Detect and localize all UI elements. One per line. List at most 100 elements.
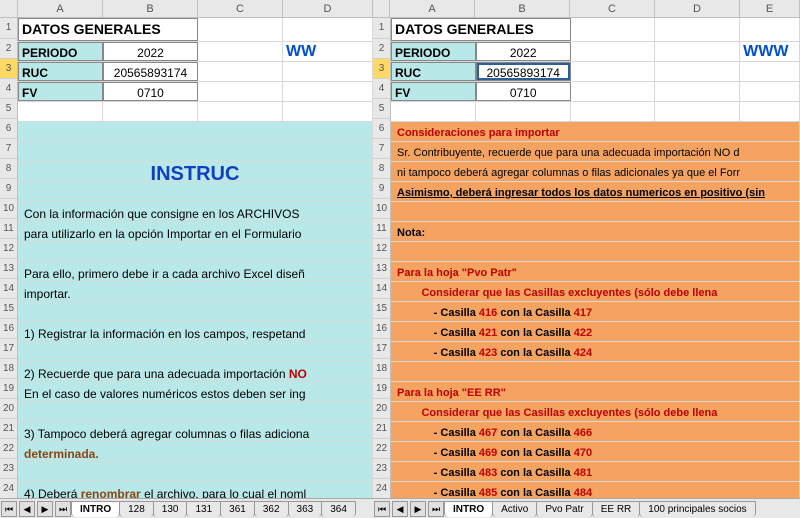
value-fv[interactable]: 0710 <box>476 82 571 101</box>
tab-nav-button[interactable]: ⏭ <box>55 501 71 517</box>
instr-line[interactable]: Con la información que consigne en los A… <box>18 202 373 221</box>
row-header-9[interactable]: 9 <box>0 179 17 199</box>
row-header-10[interactable]: 10 <box>0 199 17 219</box>
label-periodo[interactable]: PERIODO <box>391 42 476 61</box>
row-header-22[interactable]: 22 <box>0 439 17 459</box>
row-header-19[interactable]: 19 <box>0 379 17 399</box>
row-header-18[interactable]: 18 <box>373 359 390 379</box>
instr-line[interactable]: En el caso de valores numéricos estos de… <box>18 382 373 401</box>
instr-line[interactable] <box>18 342 373 361</box>
consid-line[interactable]: Asimismo, deberá ingresar todos los dato… <box>391 182 800 201</box>
label-ruc[interactable]: RUC <box>391 62 476 81</box>
instr-line[interactable]: Para ello, primero debe ir a cada archiv… <box>18 262 373 281</box>
row-header-14[interactable]: 14 <box>0 279 17 299</box>
row-header-15[interactable]: 15 <box>373 299 390 319</box>
label-fv[interactable]: FV <box>391 82 476 101</box>
col-header-A[interactable]: A <box>18 0 103 17</box>
row-header-4[interactable]: 4 <box>0 79 17 99</box>
row-header-12[interactable]: 12 <box>373 239 390 259</box>
consid-line[interactable] <box>391 202 800 221</box>
consid-line[interactable]: - Casilla 469 con la Casilla 470 <box>391 442 800 461</box>
row-header-2[interactable]: 2 <box>373 39 390 59</box>
instr-line[interactable]: 1) Registrar la información en los campo… <box>18 322 373 341</box>
consid-line[interactable]: Nota: <box>391 222 800 241</box>
sheet-tab-intro[interactable]: INTRO <box>71 501 120 517</box>
tab-nav-button[interactable]: ◀ <box>19 501 35 517</box>
row-header-7[interactable]: 7 <box>0 139 17 159</box>
col-header-D[interactable]: D <box>655 0 740 17</box>
row-header-16[interactable]: 16 <box>0 319 17 339</box>
select-all-corner[interactable] <box>373 0 390 17</box>
row-header-5[interactable]: 5 <box>0 99 17 119</box>
cells-right[interactable]: DATOS GENERALESPERIODO2022 WWW RUC20565893… <box>391 18 800 498</box>
row-header-10[interactable]: 10 <box>373 199 390 219</box>
instr-line[interactable]: importar. <box>18 282 373 301</box>
row-header-21[interactable]: 21 <box>0 419 17 439</box>
row-header-18[interactable]: 18 <box>0 359 17 379</box>
value-periodo[interactable]: 2022 <box>476 42 571 61</box>
consid-line[interactable]: Considerar que las Casillas excluyentes … <box>391 282 800 301</box>
col-header-B[interactable]: B <box>475 0 570 17</box>
tab-nav-button[interactable]: ⏮ <box>1 501 17 517</box>
label-periodo[interactable]: PERIODO <box>18 42 103 61</box>
sheet-tab-intro[interactable]: INTRO <box>444 501 493 517</box>
sheet-tab-364[interactable]: 364 <box>321 501 356 517</box>
sheet-tab-128[interactable]: 128 <box>119 501 154 517</box>
col-header-B[interactable]: B <box>103 0 198 17</box>
row-header-17[interactable]: 17 <box>0 339 17 359</box>
header-datos-generales[interactable]: DATOS GENERALES <box>18 18 198 41</box>
row-header-13[interactable]: 13 <box>373 259 390 279</box>
value-periodo[interactable]: 2022 <box>103 42 198 61</box>
row-header-23[interactable]: 23 <box>373 459 390 479</box>
consid-line[interactable]: Para la hoja "EE RR" <box>391 382 800 401</box>
col-header-A[interactable]: A <box>390 0 475 17</box>
consid-line[interactable]: Sr. Contribuyente, recuerde que para una… <box>391 142 800 161</box>
tab-nav-button[interactable]: ⏭ <box>428 501 444 517</box>
row-header-4[interactable]: 4 <box>373 79 390 99</box>
instr-line[interactable] <box>18 302 373 321</box>
row-header-8[interactable]: 8 <box>373 159 390 179</box>
tab-nav-button[interactable]: ▶ <box>37 501 53 517</box>
row-header-24[interactable]: 24 <box>373 479 390 498</box>
row-header-11[interactable]: 11 <box>0 219 17 239</box>
row-header-9[interactable]: 9 <box>373 179 390 199</box>
value-ruc[interactable]: 20565893174 <box>476 62 571 81</box>
select-all-corner[interactable] <box>0 0 18 17</box>
row-header-1[interactable]: 1 <box>373 18 390 39</box>
consid-line[interactable] <box>391 242 800 261</box>
header-datos-generales[interactable]: DATOS GENERALES <box>391 18 571 41</box>
row-header-16[interactable]: 16 <box>373 319 390 339</box>
row-header-8[interactable]: 8 <box>0 159 17 179</box>
row-header-20[interactable]: 20 <box>0 399 17 419</box>
consid-line[interactable]: - Casilla 423 con la Casilla 424 <box>391 342 800 361</box>
tab-nav-button[interactable]: ▶ <box>410 501 426 517</box>
cells-left[interactable]: DATOS GENERALESPERIODO2022WWRUC205658931… <box>18 18 373 498</box>
row-header-12[interactable]: 12 <box>0 239 17 259</box>
label-fv[interactable]: FV <box>18 82 103 101</box>
value-fv[interactable]: 0710 <box>103 82 198 101</box>
consid-line[interactable]: - Casilla 483 con la Casilla 481 <box>391 462 800 481</box>
instr-line[interactable]: para utilizarlo en la opción Importar en… <box>18 222 373 241</box>
row-header-19[interactable]: 19 <box>373 379 390 399</box>
sheet-tab-131[interactable]: 131 <box>186 501 221 517</box>
row-header-14[interactable]: 14 <box>373 279 390 299</box>
sheet-tab-361[interactable]: 361 <box>220 501 255 517</box>
row-header-7[interactable]: 7 <box>373 139 390 159</box>
label-ruc[interactable]: RUC <box>18 62 103 81</box>
row-header-2[interactable]: 2 <box>0 39 17 59</box>
col-header-C[interactable]: C <box>198 0 283 17</box>
instr-line[interactable]: 2) Recuerde que para una adecuada import… <box>18 362 373 381</box>
instrucciones-title[interactable]: INSTRUC <box>18 162 373 181</box>
col-header-C[interactable]: C <box>570 0 655 17</box>
instr-line[interactable] <box>18 462 373 481</box>
sheet-tab-ee-rr[interactable]: EE RR <box>592 501 641 517</box>
row-header-11[interactable]: 11 <box>373 219 390 239</box>
sheet-tab-activo[interactable]: Activo <box>492 501 537 517</box>
instr-line[interactable]: 4) Deberá renombrar el archivo, para lo … <box>18 482 373 498</box>
value-ruc[interactable]: 20565893174 <box>103 62 198 81</box>
www-link[interactable]: WWW <box>740 42 800 61</box>
tab-nav-button[interactable]: ◀ <box>392 501 408 517</box>
consid-line[interactable]: Para la hoja "Pvo Patr" <box>391 262 800 281</box>
consid-line[interactable] <box>391 362 800 381</box>
row-header-21[interactable]: 21 <box>373 419 390 439</box>
